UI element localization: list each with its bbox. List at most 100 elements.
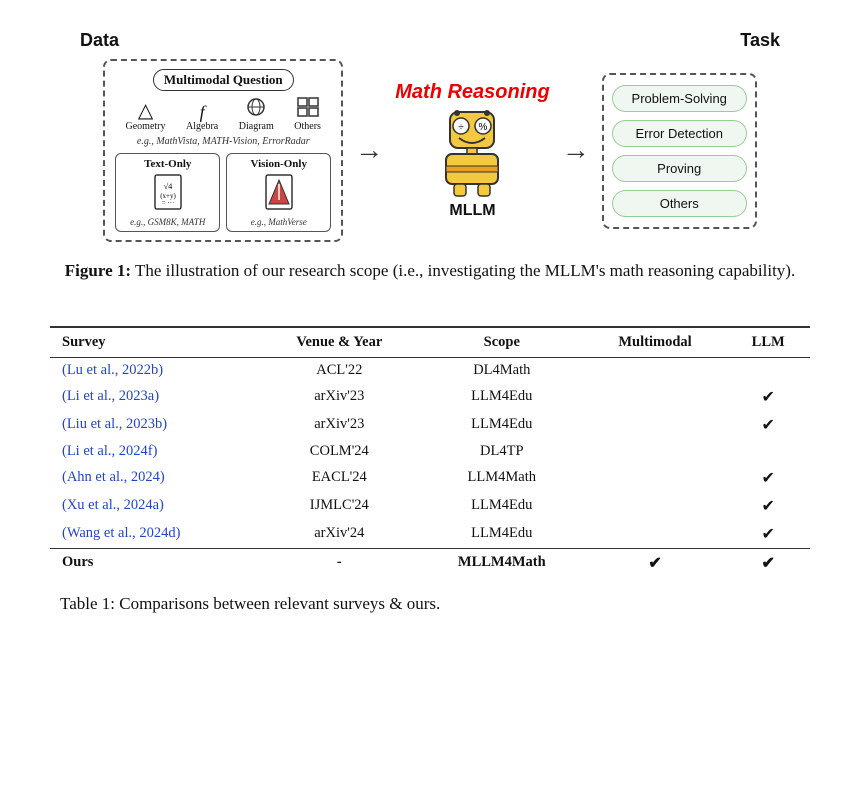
multimodal-examples: e.g., MathVista, MATH-Vision, ErrorRadar <box>115 136 331 147</box>
figure-caption-label: Figure 1: <box>65 261 131 280</box>
scope-lu2022: DL4Math <box>420 357 584 383</box>
multimodal-ours: ✔ <box>584 548 727 577</box>
col-venue: Venue & Year <box>259 327 420 358</box>
robot-area: Math Reasoning ÷ % <box>395 81 549 220</box>
multimodal-xu2024a <box>584 492 727 520</box>
scope-liu2023b: LLM4Edu <box>420 411 584 439</box>
vision-only-icon <box>233 174 324 215</box>
survey-ours: Ours <box>50 548 259 577</box>
multimodal-ahn2024 <box>584 464 727 492</box>
survey-wang2024d: (Wang et al., 2024d) <box>50 520 259 549</box>
table-caption-label: Table 1: <box>60 594 115 613</box>
multimodal-wang2024d <box>584 520 727 549</box>
scope-xu2024a: LLM4Edu <box>420 492 584 520</box>
data-section-title: Data <box>80 30 119 51</box>
multimodal-question-title: Multimodal Question <box>115 69 331 91</box>
multimodal-lu2022 <box>584 357 727 383</box>
diagram-icon <box>245 97 267 121</box>
algebra-icon-item: f Algebra <box>186 103 218 132</box>
venue-wang2024d: arXiv'24 <box>259 520 420 549</box>
venue-liu2023b: arXiv'23 <box>259 411 420 439</box>
table-row: (Li et al., 2023a) arXiv'23 LLM4Edu ✔ <box>50 383 810 411</box>
diagram-label: Diagram <box>239 121 274 132</box>
venue-lu2022: ACL'22 <box>259 357 420 383</box>
scope-li2024f: DL4TP <box>420 439 584 464</box>
task-section-title: Task <box>740 30 780 51</box>
diagram: Multimodal Question △ Geometry f Algebra <box>50 59 810 242</box>
vision-only-example: e.g., MathVerse <box>233 217 324 227</box>
survey-ahn2024: (Ahn et al., 2024) <box>50 464 259 492</box>
table-row: (Liu et al., 2023b) arXiv'23 LLM4Edu ✔ <box>50 411 810 439</box>
others-label: Others <box>294 121 321 132</box>
scope-wang2024d: LLM4Edu <box>420 520 584 549</box>
table-row: (Wang et al., 2024d) arXiv'24 LLM4Edu ✔ <box>50 520 810 549</box>
survey-lu2022: (Lu et al., 2022b) <box>50 357 259 383</box>
icons-row: △ Geometry f Algebra Diagram <box>115 97 331 132</box>
survey-liu2023b: (Liu et al., 2023b) <box>50 411 259 439</box>
figure-caption-text: The illustration of our research scope (… <box>131 261 795 280</box>
comparison-table: Survey Venue & Year Scope Multimodal LLM… <box>50 326 810 577</box>
survey-li2024f: (Li et al., 2024f) <box>50 439 259 464</box>
text-only-example: e.g., GSM8K, MATH <box>122 217 213 227</box>
geometry-icon-item: △ Geometry <box>126 101 166 132</box>
col-llm: LLM <box>726 327 810 358</box>
venue-li2023a: arXiv'23 <box>259 383 420 411</box>
col-multimodal: Multimodal <box>584 327 727 358</box>
scope-ahn2024: LLM4Math <box>420 464 584 492</box>
svg-text:√4: √4 <box>164 182 172 191</box>
figure-area: Data Task Multimodal Question △ Geometry… <box>50 30 810 308</box>
multimodal-li2024f <box>584 439 727 464</box>
geometry-label: Geometry <box>126 121 166 132</box>
llm-wang2024d: ✔ <box>726 520 810 549</box>
table-row: (Ahn et al., 2024) EACL'24 LLM4Math ✔ <box>50 464 810 492</box>
task-others: Others <box>612 190 747 217</box>
task-error-detection: Error Detection <box>612 120 747 147</box>
table-row: (Xu et al., 2024a) IJMLC'24 LLM4Edu ✔ <box>50 492 810 520</box>
task-problem-solving: Problem-Solving <box>612 85 747 112</box>
table-container: Survey Venue & Year Scope Multimodal LLM… <box>50 326 810 577</box>
text-only-icon: √4 (x+y) = ··· <box>122 174 213 215</box>
diagram-icon-item: Diagram <box>239 97 274 132</box>
llm-xu2024a: ✔ <box>726 492 810 520</box>
robot-figure: ÷ % <box>432 108 512 198</box>
mllm-label: MLLM <box>449 202 495 220</box>
table-caption-text: Comparisons between relevant surveys & o… <box>115 594 440 613</box>
svg-text:%: % <box>479 122 488 133</box>
multimodal-liu2023b <box>584 411 727 439</box>
math-reasoning-label: Math Reasoning <box>395 81 549 104</box>
llm-li2024f <box>726 439 810 464</box>
vision-only-title: Vision-Only <box>233 158 324 170</box>
text-only-title: Text-Only <box>122 158 213 170</box>
task-proving: Proving <box>612 155 747 182</box>
col-survey: Survey <box>50 327 259 358</box>
col-scope: Scope <box>420 327 584 358</box>
svg-text:÷: ÷ <box>459 122 465 133</box>
others-icon-item: Others <box>294 97 321 132</box>
algebra-icon: f <box>200 103 205 121</box>
table-row: (Li et al., 2024f) COLM'24 DL4TP <box>50 439 810 464</box>
llm-ahn2024: ✔ <box>726 464 810 492</box>
figure-caption: Figure 1: The illustration of our resear… <box>55 258 805 284</box>
vision-only-box: Vision-Only e.g., MathVerse <box>226 153 331 232</box>
arrow-2: → <box>562 135 590 167</box>
survey-xu2024a: (Xu et al., 2024a) <box>50 492 259 520</box>
venue-li2024f: COLM'24 <box>259 439 420 464</box>
table-row-ours: Ours - MLLM4Math ✔ ✔ <box>50 548 810 577</box>
arrow-1: → <box>355 135 383 167</box>
llm-ours: ✔ <box>726 548 810 577</box>
table-row: (Lu et al., 2022b) ACL'22 DL4Math <box>50 357 810 383</box>
sub-boxes: Text-Only √4 (x+y) = ··· e.g., GSM8K, MA… <box>115 153 331 232</box>
geometry-icon: △ <box>138 101 153 121</box>
venue-ahn2024: EACL'24 <box>259 464 420 492</box>
venue-xu2024a: IJMLC'24 <box>259 492 420 520</box>
table-caption: Table 1: Comparisons between relevant su… <box>50 591 810 617</box>
multimodal-li2023a <box>584 383 727 411</box>
svg-text:= ···: = ··· <box>161 199 174 207</box>
text-only-box: Text-Only √4 (x+y) = ··· e.g., GSM8K, MA… <box>115 153 220 232</box>
llm-lu2022 <box>726 357 810 383</box>
data-box: Multimodal Question △ Geometry f Algebra <box>103 59 343 242</box>
llm-liu2023b: ✔ <box>726 411 810 439</box>
task-box: Problem-Solving Error Detection Proving … <box>602 73 757 229</box>
venue-ours: - <box>259 548 420 577</box>
llm-li2023a: ✔ <box>726 383 810 411</box>
